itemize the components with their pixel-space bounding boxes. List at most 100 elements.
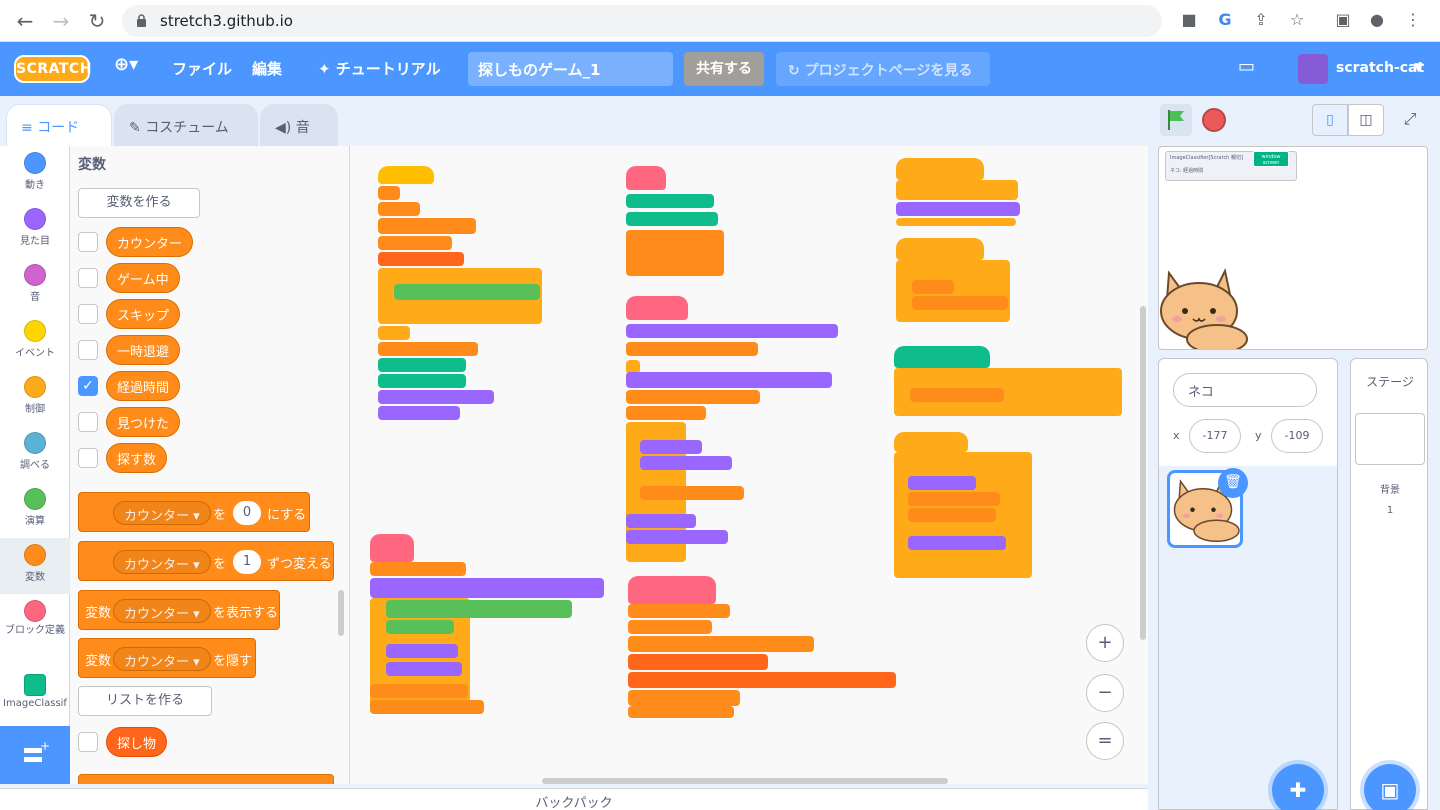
- workspace-horizontal-scrollbar[interactable]: [542, 778, 948, 784]
- change-variable-block[interactable]: カウンター ▾ を 1 ずつ変える: [78, 541, 334, 581]
- avatar[interactable]: [1298, 54, 1328, 84]
- category-sound[interactable]: 音: [0, 258, 70, 314]
- sprite-name-field[interactable]: ネコ: [1173, 373, 1317, 407]
- code-block[interactable]: [378, 236, 452, 250]
- code-block[interactable]: [912, 280, 954, 294]
- looks-block[interactable]: [908, 536, 1006, 550]
- looks-block[interactable]: [370, 578, 604, 598]
- code-block[interactable]: [912, 296, 1008, 310]
- code-block[interactable]: [628, 620, 712, 634]
- category-my-blocks[interactable]: ブロック定義: [0, 594, 70, 658]
- code-block[interactable]: [628, 636, 814, 652]
- back-arrow-icon[interactable]: ←: [12, 9, 38, 33]
- variable-reporter[interactable]: スキップ: [106, 299, 181, 329]
- code-block[interactable]: [626, 342, 758, 356]
- looks-block[interactable]: [908, 476, 976, 490]
- script-workspace[interactable]: + − =: [350, 146, 1148, 784]
- code-block[interactable]: [640, 486, 744, 500]
- share-button[interactable]: 共有する: [684, 52, 764, 86]
- control-block[interactable]: [896, 218, 1016, 226]
- folder-icon[interactable]: ▭: [1238, 56, 1255, 77]
- fullscreen-icon[interactable]: ⤢: [1392, 104, 1428, 136]
- file-menu[interactable]: ファイル: [172, 58, 232, 79]
- list-checkbox[interactable]: [78, 732, 98, 752]
- zoom-out-button[interactable]: −: [1086, 674, 1124, 712]
- control-block[interactable]: [896, 180, 1018, 200]
- tab-costumes[interactable]: ✎ コスチューム: [114, 104, 258, 146]
- code-block[interactable]: [626, 390, 760, 404]
- code-block[interactable]: [628, 604, 730, 618]
- variable-dropdown[interactable]: カウンター ▾: [113, 550, 211, 574]
- profile-icon[interactable]: ●: [1366, 10, 1388, 29]
- side-panel-icon[interactable]: ▣: [1332, 10, 1354, 29]
- choose-sprite-button[interactable]: ✚: [1272, 764, 1324, 810]
- variable-reporter[interactable]: 経過時間: [106, 371, 181, 401]
- looks-block[interactable]: [386, 662, 462, 676]
- variable-reporter[interactable]: ゲーム中: [106, 263, 180, 293]
- see-project-page-button[interactable]: ↻ プロジェクトページを見る: [776, 52, 990, 86]
- looks-block[interactable]: [378, 406, 460, 420]
- tutorials-menu[interactable]: ✦ チュートリアル: [318, 58, 441, 79]
- green-flag-button[interactable]: [1160, 104, 1192, 136]
- extension-block[interactable]: [378, 374, 466, 388]
- small-stage-icon[interactable]: ▯: [1312, 104, 1348, 136]
- variable-checkbox[interactable]: [78, 304, 98, 324]
- extension-hat-block[interactable]: [894, 346, 990, 368]
- workspace-vertical-scrollbar[interactable]: [1140, 306, 1146, 640]
- category-motion[interactable]: 動き: [0, 146, 70, 202]
- code-block[interactable]: [378, 252, 464, 266]
- x-coordinate-field[interactable]: -177: [1189, 419, 1241, 453]
- palette-scrollbar[interactable]: [338, 590, 344, 636]
- looks-block[interactable]: [378, 390, 494, 404]
- camera-icon[interactable]: ■: [1178, 10, 1200, 29]
- category-events[interactable]: イベント: [0, 314, 70, 370]
- reload-icon[interactable]: ↻: [84, 9, 110, 33]
- zoom-reset-button[interactable]: =: [1086, 722, 1124, 760]
- tab-sounds[interactable]: ◀) 音: [260, 104, 338, 146]
- show-variable-block[interactable]: 変数 カウンター ▾ を表示する: [78, 590, 280, 630]
- list-block[interactable]: [628, 654, 768, 670]
- value-input[interactable]: 1: [233, 550, 261, 574]
- code-block[interactable]: [626, 406, 706, 420]
- make-list-button[interactable]: リストを作る: [78, 686, 212, 716]
- list-block[interactable]: [628, 672, 896, 688]
- extension-block[interactable]: [378, 358, 466, 372]
- make-variable-button[interactable]: 変数を作る: [78, 188, 200, 218]
- define-block[interactable]: [370, 534, 414, 562]
- code-block[interactable]: [628, 706, 734, 718]
- code-block[interactable]: [378, 326, 410, 340]
- code-block[interactable]: [378, 186, 400, 200]
- hat-block[interactable]: [896, 238, 984, 260]
- add-extension-button[interactable]: +: [0, 726, 70, 784]
- looks-block[interactable]: [626, 514, 696, 528]
- define-block[interactable]: [628, 576, 716, 604]
- extension-block[interactable]: [626, 194, 714, 208]
- hide-variable-block[interactable]: 変数 カウンター ▾ を隠す: [78, 638, 256, 678]
- operator-block[interactable]: [386, 620, 454, 634]
- code-block[interactable]: [378, 342, 478, 356]
- variable-reporter[interactable]: 見つけた: [106, 407, 181, 437]
- bookmark-star-icon[interactable]: ☆: [1286, 10, 1308, 29]
- code-block[interactable]: [908, 492, 1000, 506]
- variable-dropdown[interactable]: カウンター ▾: [113, 501, 211, 525]
- variable-checkbox[interactable]: [78, 268, 98, 288]
- variable-checkbox-checked[interactable]: ✓: [78, 376, 98, 396]
- define-block[interactable]: [626, 166, 666, 190]
- variable-checkbox[interactable]: [78, 232, 98, 252]
- forward-arrow-icon[interactable]: →: [48, 9, 74, 33]
- stage-thumbnail[interactable]: [1355, 413, 1425, 465]
- category-variables[interactable]: 変数: [0, 538, 70, 594]
- username[interactable]: scratch-cat: [1336, 60, 1424, 76]
- category-operators[interactable]: 演算: [0, 482, 70, 538]
- cat-sprite[interactable]: [1158, 265, 1251, 350]
- trash-icon[interactable]: 🗑: [1218, 468, 1248, 498]
- stage-selector[interactable]: ステージ 背景 1: [1350, 358, 1428, 810]
- looks-block[interactable]: [640, 440, 702, 454]
- hat-block[interactable]: [894, 432, 968, 452]
- variable-dropdown[interactable]: カウンター ▾: [113, 647, 211, 671]
- variable-checkbox[interactable]: [78, 412, 98, 432]
- define-block[interactable]: [626, 296, 688, 320]
- chevron-down-icon[interactable]: ▼: [1414, 60, 1423, 74]
- value-input[interactable]: 0: [233, 501, 261, 525]
- category-sensing[interactable]: 調べる: [0, 426, 70, 482]
